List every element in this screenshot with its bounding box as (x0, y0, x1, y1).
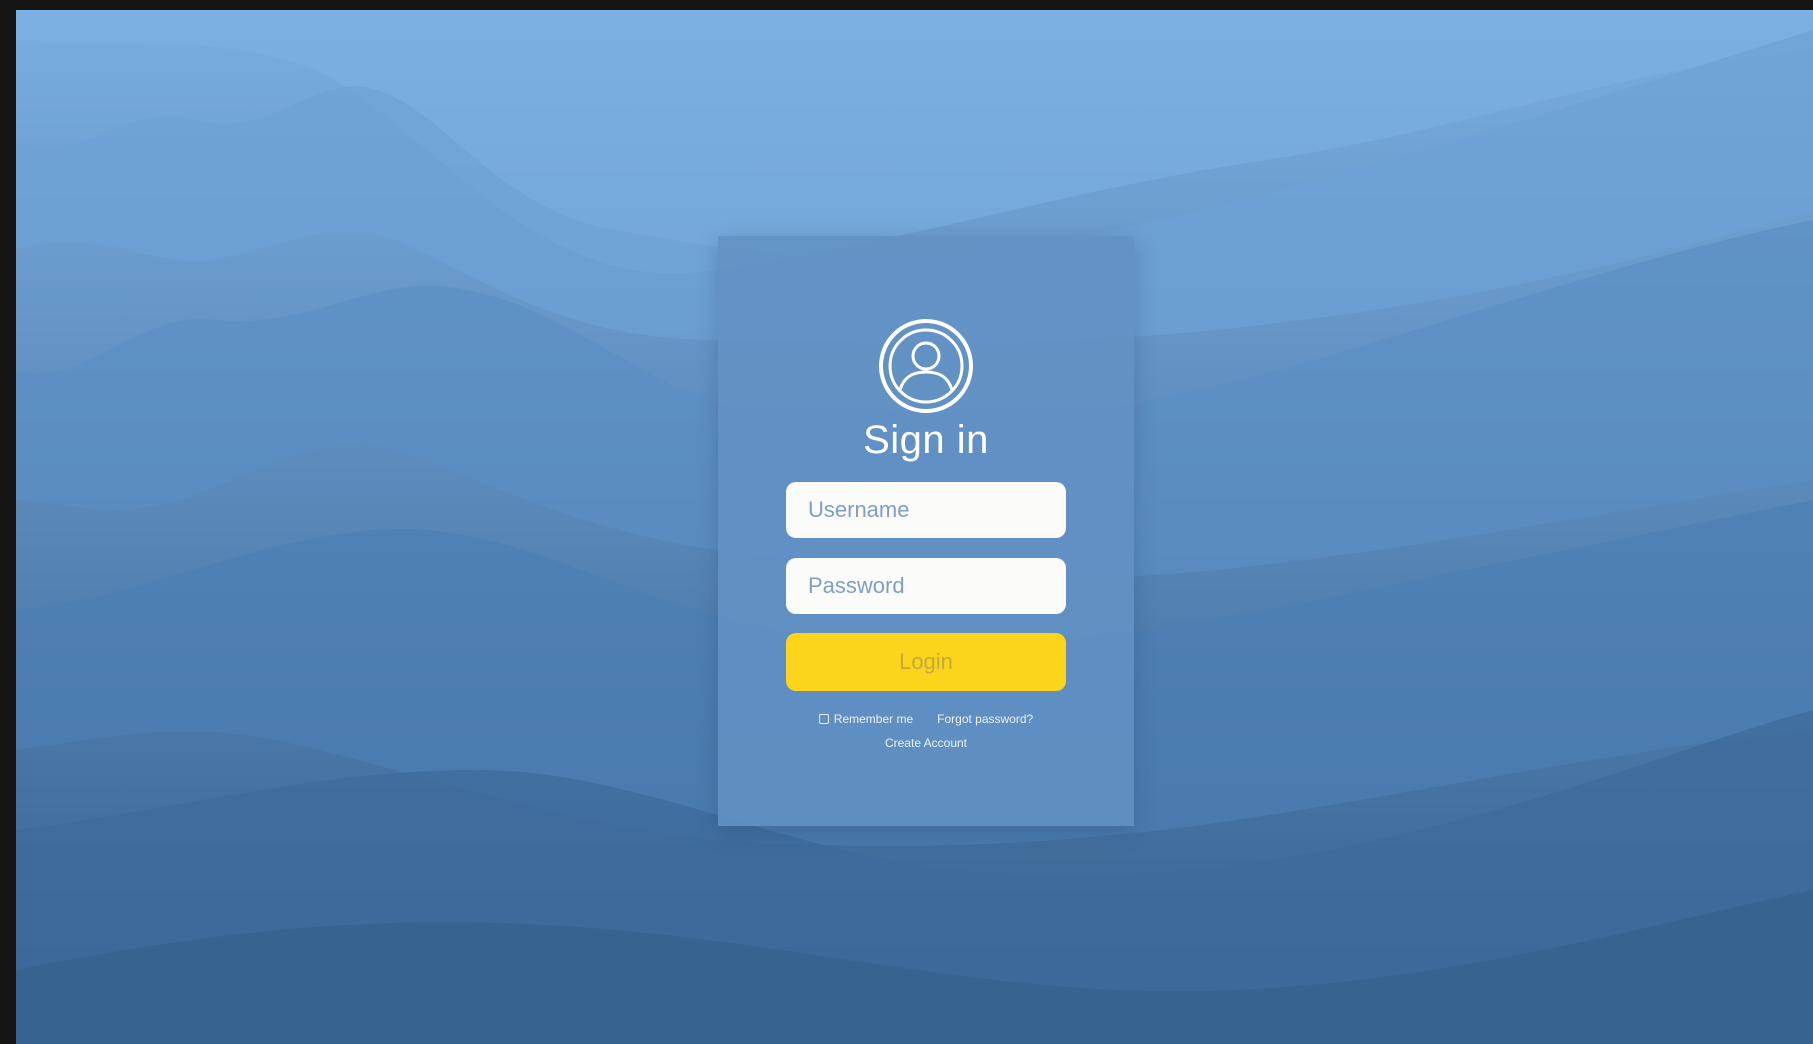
password-input[interactable] (786, 558, 1066, 614)
sign-in-title: Sign in (863, 418, 989, 462)
remember-me-label: Remember me (833, 712, 914, 726)
remember-me-toggle[interactable]: Remember me (818, 712, 914, 726)
create-account-link[interactable]: Create Account (885, 736, 967, 750)
user-circle-icon (879, 319, 973, 413)
login-button[interactable]: Login (786, 633, 1066, 691)
forgot-password-link[interactable]: Forgot password? (937, 712, 1033, 726)
username-input[interactable] (786, 482, 1066, 538)
login-card: Sign in Login Remember me Forgot passwor… (718, 236, 1134, 826)
remember-me-checkbox[interactable] (818, 714, 829, 724)
login-screen: Sign in Login Remember me Forgot passwor… (16, 10, 1813, 1044)
login-options: Remember me Forgot password? (718, 712, 1134, 726)
